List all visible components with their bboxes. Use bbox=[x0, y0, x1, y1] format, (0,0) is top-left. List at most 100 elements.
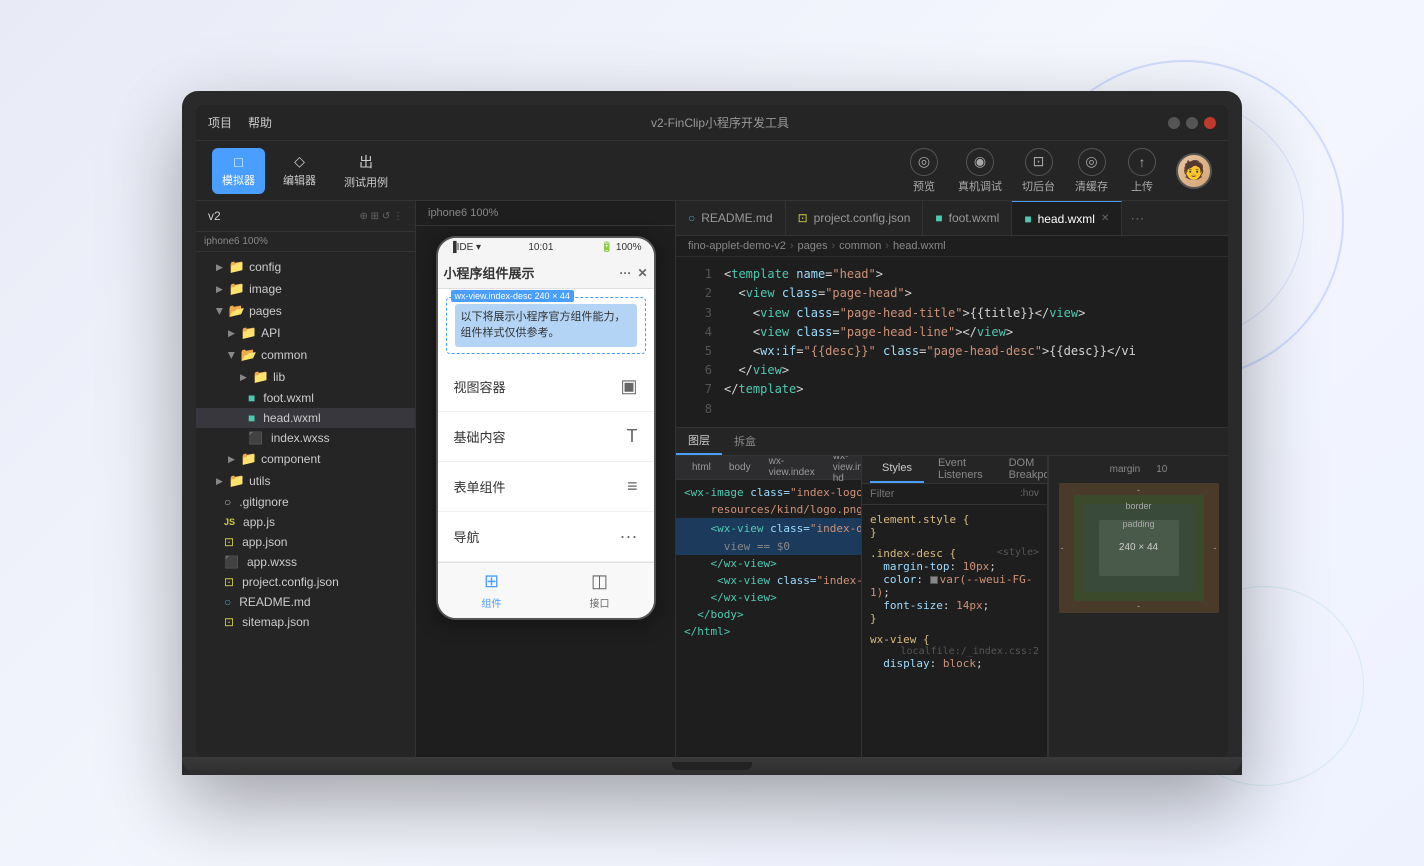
tree-folder-common[interactable]: ▶ 📂 common bbox=[196, 344, 415, 366]
inspector-tab-split[interactable]: 拆盒 bbox=[722, 428, 768, 455]
list-item-nav[interactable]: 导航 ··· bbox=[438, 512, 654, 562]
minimize-button[interactable] bbox=[1168, 117, 1180, 129]
tree-folder-lib[interactable]: ▶ 📁 lib bbox=[196, 366, 415, 388]
preview-action[interactable]: ◎ 预览 bbox=[910, 148, 938, 194]
bm-margin-bottom: - bbox=[1137, 601, 1140, 611]
file-type-icon: ⊡ bbox=[224, 615, 234, 629]
tree-folder-image[interactable]: ▶ 📁 image bbox=[196, 278, 415, 300]
file-tree: ▶ 📁 config ▶ 📁 image bbox=[196, 252, 415, 757]
nav-close-icon[interactable]: ✕ bbox=[637, 266, 647, 280]
clear-cache-label: 清缓存 bbox=[1075, 178, 1108, 194]
tab-readme[interactable]: ○ README.md bbox=[676, 201, 786, 235]
simulate-button[interactable]: □ 模拟器 bbox=[212, 148, 265, 194]
preview-pane: iphone6 100% ▐IDE ▾ 10:01 🔋 100% 小程序组件展示 bbox=[416, 201, 676, 757]
box-model-margin-label: margin bbox=[1110, 464, 1141, 475]
tree-file-foot-wxml[interactable]: ■ foot.wxml bbox=[196, 388, 415, 408]
dom-breakpoints-tab[interactable]: DOM Breakpoints bbox=[997, 456, 1048, 483]
line-number: 7 bbox=[684, 380, 712, 399]
sidebar: v2 ⊕ ⊞ ↺ ⋮ iphone6 100% ▶ 📁 config bbox=[196, 201, 416, 757]
styles-tab[interactable]: Styles bbox=[870, 456, 924, 483]
selected-element-overlay: wx-view.index-desc 240 × 44 以下将展示小程序官方组件… bbox=[446, 297, 646, 354]
tab-foot-wxml[interactable]: ■ foot.wxml bbox=[923, 201, 1012, 235]
menu-item-help[interactable]: 帮助 bbox=[248, 114, 272, 131]
code-line-8: 8 bbox=[676, 400, 1228, 419]
line-number: 6 bbox=[684, 361, 712, 380]
tree-folder-utils[interactable]: ▶ 📁 utils bbox=[196, 470, 415, 492]
style-source-link[interactable]: localfile:/_index.css:2 bbox=[901, 646, 1039, 657]
phone-tab-bar: ⊞ 组件 ◫ 接口 bbox=[438, 562, 654, 618]
dom-tree-panel: <wx-image class="index-logo" src="../res… bbox=[676, 480, 861, 757]
tool-group: □ 模拟器 ◇ 编辑器 出 测试用例 bbox=[212, 148, 398, 194]
nav-more-icon[interactable]: ··· bbox=[619, 266, 631, 280]
element-chip-wx-view-index[interactable]: wx-view.index bbox=[761, 456, 823, 481]
chevron-icon: ▶ bbox=[240, 372, 247, 383]
tab-project-config[interactable]: ⊡ project.config.json bbox=[786, 201, 924, 235]
breadcrumb-sep: › bbox=[790, 240, 794, 252]
preview-icon: ◎ bbox=[910, 148, 938, 176]
tab-label: foot.wxml bbox=[949, 211, 1000, 225]
sidebar-actions: ⊕ ⊞ ↺ ⋮ bbox=[360, 211, 403, 222]
list-item-view-container[interactable]: 视图容器 ▣ bbox=[438, 362, 654, 412]
pseudo-classes[interactable]: :hov bbox=[1020, 488, 1039, 499]
maximize-button[interactable] bbox=[1186, 117, 1198, 129]
editor-button[interactable]: ◇ 编辑器 bbox=[273, 148, 326, 194]
tree-file-app-json[interactable]: ⊡ app.json bbox=[196, 532, 415, 552]
code-line-2: 2 <view class="page-head"> bbox=[676, 284, 1228, 303]
tab-close-icon[interactable]: ✕ bbox=[1101, 213, 1109, 224]
element-chip-html[interactable]: html bbox=[684, 460, 719, 475]
dom-line-close-view-1: </wx-view> bbox=[676, 555, 861, 572]
user-avatar[interactable]: 🧑 bbox=[1176, 153, 1212, 189]
tree-file-gitignore[interactable]: ○ .gitignore bbox=[196, 492, 415, 512]
folder-icon: 📁 bbox=[253, 369, 269, 385]
file-name: head.wxml bbox=[263, 411, 320, 425]
style-rule-element: element.style { } bbox=[862, 509, 1047, 543]
inspector-tab-layers[interactable]: 图层 bbox=[676, 428, 722, 455]
phone-tab-component[interactable]: ⊞ 组件 bbox=[438, 571, 546, 610]
file-name: project.config.json bbox=[242, 575, 339, 589]
line-number: 2 bbox=[684, 284, 712, 303]
file-name: app.wxss bbox=[247, 555, 297, 569]
real-machine-action[interactable]: ◉ 真机调试 bbox=[958, 148, 1002, 194]
folder-icon: 📁 bbox=[241, 325, 257, 341]
dom-line-view-ref: view == $0 bbox=[676, 538, 861, 555]
tab-icon-json: ⊡ bbox=[798, 211, 808, 225]
element-chip-body[interactable]: body bbox=[721, 460, 759, 475]
menu-item-project[interactable]: 项目 bbox=[208, 114, 232, 131]
list-item-form[interactable]: 表单组件 ≡ bbox=[438, 462, 654, 512]
test-button[interactable]: 出 测试用例 bbox=[334, 148, 398, 194]
device-label: iphone6 100% bbox=[196, 232, 415, 252]
tree-folder-config[interactable]: ▶ 📁 config bbox=[196, 256, 415, 278]
tree-folder-api[interactable]: ▶ 📁 API bbox=[196, 322, 415, 344]
tree-file-app-wxss[interactable]: ⬛ app.wxss bbox=[196, 552, 415, 572]
tab-more-button[interactable]: ⋯ bbox=[1122, 210, 1152, 227]
tree-file-project-config[interactable]: ⊡ project.config.json bbox=[196, 572, 415, 592]
tree-file-readme[interactable]: ○ README.md bbox=[196, 592, 415, 612]
tree-folder-pages[interactable]: ▶ 📂 pages bbox=[196, 300, 415, 322]
dom-line-index-desc[interactable]: <wx-view class="index-desc">以下将展示小程序官方组件… bbox=[676, 518, 861, 538]
list-item-basic-content[interactable]: 基础内容 T bbox=[438, 412, 654, 462]
tab-head-wxml[interactable]: ■ head.wxml ✕ bbox=[1012, 201, 1122, 235]
upload-action[interactable]: ↑ 上传 bbox=[1128, 148, 1156, 194]
tree-file-head-wxml[interactable]: ■ head.wxml bbox=[196, 408, 415, 428]
menu-bar: 项目 帮助 bbox=[208, 114, 272, 131]
line-content bbox=[724, 400, 731, 419]
tree-file-app-js[interactable]: JS app.js bbox=[196, 512, 415, 532]
list-item-icon: ▣ bbox=[620, 376, 637, 397]
tree-file-sitemap[interactable]: ⊡ sitemap.json bbox=[196, 612, 415, 632]
preview-label: iphone6 100% bbox=[416, 201, 675, 226]
folder-name: common bbox=[261, 348, 307, 362]
close-button[interactable] bbox=[1204, 117, 1216, 129]
breadcrumb: fino-applet-demo-v2 › pages › common › h… bbox=[676, 236, 1228, 257]
tab-icon-wxml: ■ bbox=[1024, 212, 1031, 226]
phone-tab-api[interactable]: ◫ 接口 bbox=[546, 571, 654, 610]
clear-cache-action[interactable]: ◎ 清缓存 bbox=[1075, 148, 1108, 194]
tree-folder-component[interactable]: ▶ 📁 component bbox=[196, 448, 415, 470]
tree-file-index-wxss[interactable]: ⬛ index.wxss bbox=[196, 428, 415, 448]
code-editor-area: ○ README.md ⊡ project.config.json ■ foot… bbox=[676, 201, 1228, 757]
style-filter-input[interactable] bbox=[870, 488, 1012, 500]
cut-backend-action[interactable]: ⊡ 切后台 bbox=[1022, 148, 1055, 194]
chevron-icon: ▶ bbox=[216, 476, 223, 487]
event-listeners-tab[interactable]: Event Listeners bbox=[926, 456, 995, 483]
file-name: app.json bbox=[242, 535, 287, 549]
laptop-base bbox=[182, 757, 1242, 775]
